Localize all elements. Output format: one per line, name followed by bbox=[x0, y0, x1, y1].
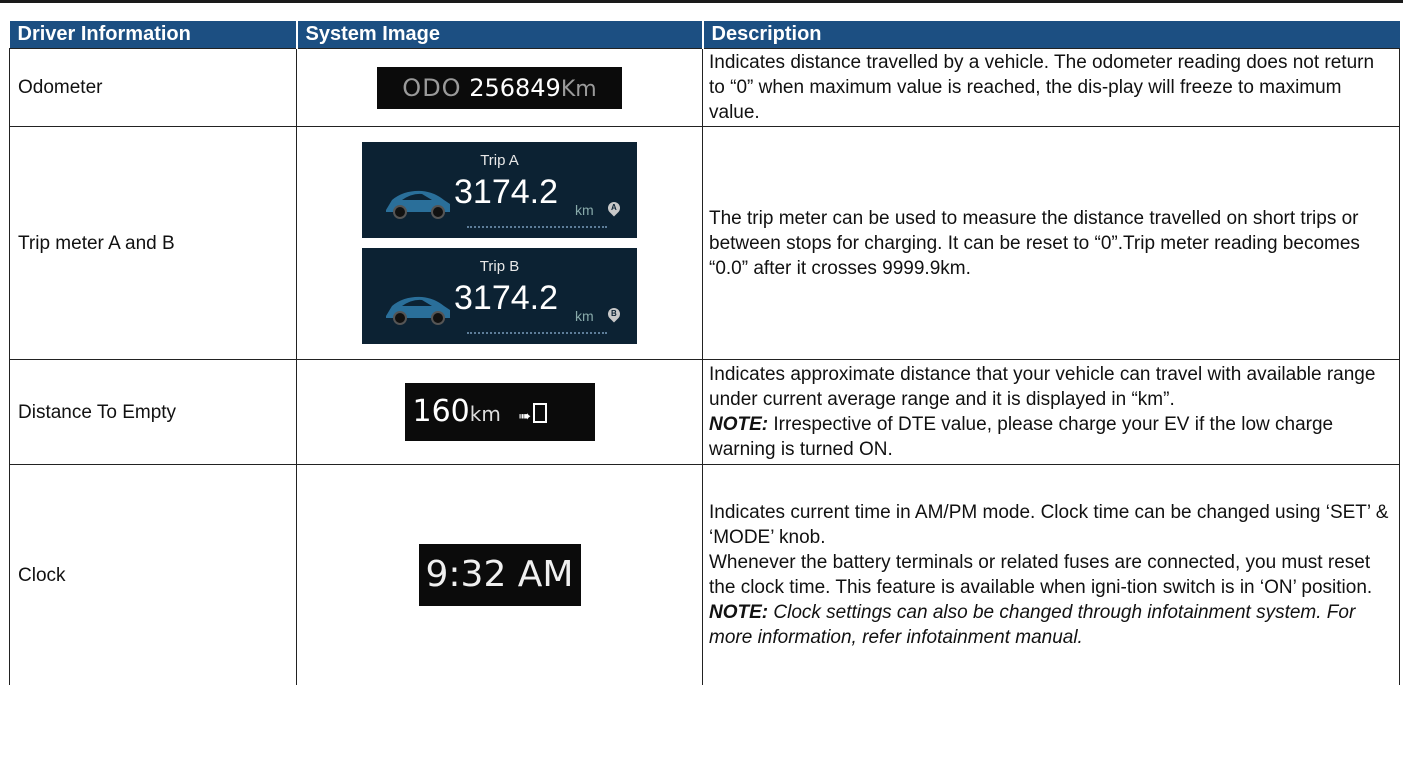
clock-display: 9:32 AM bbox=[418, 544, 581, 606]
trip-a-display: Trip A 3174.2 km A bbox=[362, 142, 637, 238]
description-distance-to-empty: Indicates approximate distance that your… bbox=[702, 359, 1400, 465]
header-description: Description bbox=[701, 21, 1400, 49]
trip-b-pin-icon: B bbox=[605, 305, 623, 323]
row-label-odometer: Odometer bbox=[9, 48, 297, 127]
trip-meter-image-cell: Trip A 3174.2 km A Trip B 3174.2 km B bbox=[296, 126, 703, 360]
trip-b-display: Trip B 3174.2 km B bbox=[362, 248, 637, 344]
car-icon bbox=[386, 190, 450, 219]
table-row-trip-meter: Trip meter A and B Trip A 3174.2 km A Tr… bbox=[9, 126, 1400, 360]
dte-display: 160km ➠ bbox=[404, 383, 595, 441]
dte-note-label: NOTE: bbox=[709, 414, 769, 435]
trip-b-unit: km bbox=[575, 308, 594, 324]
row-label-distance-to-empty: Distance To Empty bbox=[9, 359, 297, 465]
trip-a-dotted-line bbox=[467, 226, 607, 228]
trip-a-title: Trip A bbox=[480, 152, 519, 169]
description-clock: Indicates current time in AM/PM mode. Cl… bbox=[702, 464, 1400, 685]
trip-a-value: 3174.2 bbox=[454, 173, 558, 211]
clock-description-line-1: Indicates current time in AM/PM mode. Cl… bbox=[709, 502, 1389, 548]
trip-b-value: 3174.2 bbox=[454, 279, 558, 317]
top-rule bbox=[0, 0, 1403, 3]
trip-a-unit: km bbox=[575, 202, 594, 218]
dte-image-cell: 160km ➠ bbox=[296, 359, 703, 465]
driver-info-table: Driver Information System Image Descript… bbox=[9, 21, 1400, 685]
table-row-clock: Clock 9:32 AM Indicates current time in … bbox=[9, 464, 1400, 685]
odometer-image-cell: ODO 256849Km bbox=[296, 48, 703, 127]
clock-image-cell: 9:32 AM bbox=[296, 464, 703, 685]
dte-description-text: Indicates approximate distance that your… bbox=[709, 364, 1376, 410]
charging-station-icon bbox=[532, 403, 547, 423]
row-label-trip-meter: Trip meter A and B bbox=[9, 126, 297, 360]
odometer-display: ODO 256849Km bbox=[377, 66, 622, 109]
table-header-row: Driver Information System Image Descript… bbox=[9, 21, 1400, 49]
dte-value: 160 bbox=[412, 394, 470, 429]
odometer-value: 256849 bbox=[469, 73, 561, 102]
header-driver-information: Driver Information bbox=[9, 21, 297, 49]
table-row-odometer: Odometer ODO 256849Km Indicates distance… bbox=[9, 48, 1400, 127]
trip-b-badge: B bbox=[611, 309, 617, 318]
odometer-label: ODO bbox=[402, 73, 462, 102]
clock-note-text: Clock settings can also be changed throu… bbox=[709, 602, 1356, 648]
clock-note-label: NOTE: bbox=[709, 602, 769, 623]
trip-a-pin-icon: A bbox=[605, 199, 623, 217]
description-odometer: Indicates distance travelled by a vehicl… bbox=[702, 48, 1400, 127]
clock-description-line-2: Whenever the battery terminals or relate… bbox=[709, 552, 1373, 598]
dte-note-text: Irrespective of DTE value, please charge… bbox=[709, 414, 1334, 460]
car-icon bbox=[386, 296, 450, 325]
trip-b-dotted-line bbox=[467, 332, 607, 334]
arrow-icon: ➠ bbox=[518, 407, 531, 425]
row-label-clock: Clock bbox=[9, 464, 297, 685]
trip-a-badge: A bbox=[611, 203, 617, 212]
description-trip-meter: The trip meter can be used to measure th… bbox=[702, 126, 1400, 360]
dte-unit: km bbox=[469, 402, 501, 426]
odometer-unit: Km bbox=[560, 76, 597, 102]
table-row-distance-to-empty: Distance To Empty 160km ➠ Indicates appr… bbox=[9, 359, 1400, 465]
trip-b-title: Trip B bbox=[479, 258, 520, 275]
header-system-image: System Image bbox=[295, 21, 703, 49]
